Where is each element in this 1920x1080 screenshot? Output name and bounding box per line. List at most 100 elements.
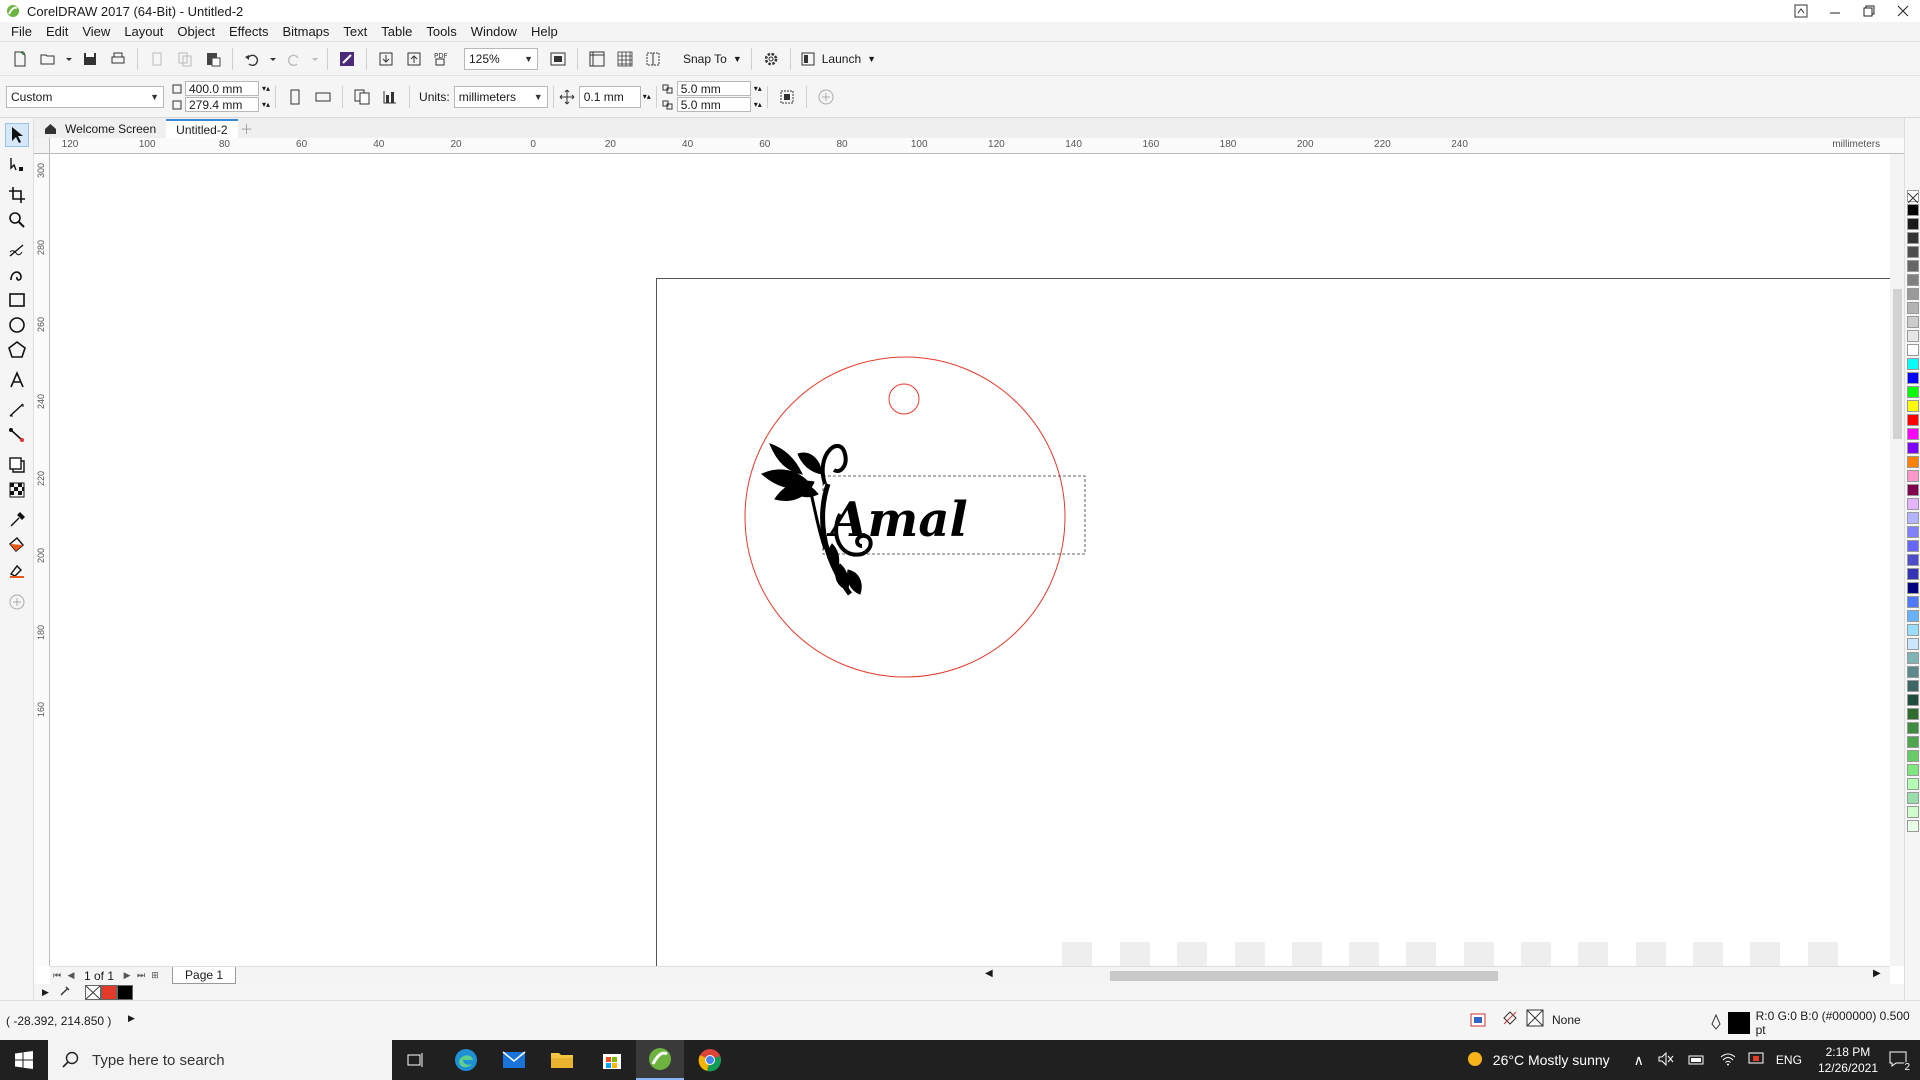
- chrome-browser-icon[interactable]: [686, 1040, 734, 1080]
- menu-object[interactable]: Object: [170, 24, 222, 39]
- page-width-input[interactable]: 400.0 mm: [185, 81, 259, 96]
- units-select[interactable]: millimeters ▼: [453, 85, 548, 108]
- volume-muted-icon[interactable]: [1658, 1051, 1674, 1069]
- eyedropper-icon[interactable]: [59, 985, 71, 1000]
- redo-dropdown-icon[interactable]: [310, 47, 320, 71]
- freehand-tool-icon[interactable]: [5, 238, 29, 262]
- portrait-icon[interactable]: [283, 85, 307, 109]
- palette-swatch[interactable]: [1907, 526, 1919, 538]
- menu-tools[interactable]: Tools: [419, 24, 463, 39]
- crop-tool-icon[interactable]: [5, 183, 29, 207]
- last-page-icon[interactable]: ⏭: [134, 969, 148, 983]
- hang-hole-circle[interactable]: [888, 383, 920, 415]
- scroll-right-icon[interactable]: ▶: [1873, 968, 1881, 979]
- weather-text[interactable]: 26°C Mostly sunny: [1493, 1052, 1610, 1068]
- help-window-icon[interactable]: [1784, 0, 1818, 22]
- add-page-icon[interactable]: ⊞: [148, 969, 162, 983]
- palette-swatch[interactable]: [1907, 400, 1919, 412]
- smart-fill-tool-icon[interactable]: [5, 558, 29, 582]
- palette-swatch[interactable]: [1907, 302, 1919, 314]
- show-guidelines-icon[interactable]: [641, 47, 665, 71]
- nudge-stepper-icon[interactable]: ▾▴: [643, 92, 651, 101]
- nudge-distance-input[interactable]: 0.1 mm: [578, 85, 641, 108]
- tab-welcome-screen[interactable]: Welcome Screen: [34, 119, 166, 138]
- security-shield-icon[interactable]: [1748, 1052, 1764, 1069]
- palette-swatch[interactable]: [1907, 540, 1919, 552]
- palette-swatch[interactable]: [1907, 750, 1919, 762]
- connector-tool-icon[interactable]: [5, 423, 29, 447]
- height-stepper-icon[interactable]: ▾▴: [262, 100, 270, 109]
- menu-text[interactable]: Text: [336, 24, 374, 39]
- palette-swatch[interactable]: [1907, 624, 1919, 636]
- status-expand-icon[interactable]: ▶: [128, 1013, 135, 1024]
- coreldraw-taskbar-icon[interactable]: [636, 1040, 684, 1080]
- menu-view[interactable]: View: [75, 24, 117, 39]
- palette-swatch[interactable]: [1907, 694, 1919, 706]
- ruler-origin[interactable]: [34, 138, 50, 154]
- palette-swatch[interactable]: [1907, 386, 1919, 398]
- menu-edit[interactable]: Edit: [39, 24, 75, 39]
- previous-page-icon[interactable]: ◀: [64, 969, 78, 983]
- palette-swatch[interactable]: [1907, 596, 1919, 608]
- palette-swatch[interactable]: [1907, 456, 1919, 468]
- text-tool-icon[interactable]: [5, 368, 29, 392]
- palette-swatch[interactable]: [1907, 246, 1919, 258]
- outline-indicator[interactable]: R:0 G:0 B:0 (#000000) 0.500 pt: [1710, 1009, 1920, 1037]
- palette-swatch[interactable]: [1907, 666, 1919, 678]
- close-button[interactable]: [1886, 0, 1920, 22]
- page-height-input[interactable]: 279.4 mm: [185, 97, 259, 112]
- notifications-icon[interactable]: 2: [1888, 1050, 1912, 1073]
- menu-bitmaps[interactable]: Bitmaps: [275, 24, 336, 39]
- next-page-icon[interactable]: ▶: [120, 969, 134, 983]
- menu-effects[interactable]: Effects: [222, 24, 276, 39]
- palette-swatch[interactable]: [1907, 512, 1919, 524]
- palette-swatch[interactable]: [1907, 344, 1919, 356]
- fill-indicator[interactable]: None: [1468, 1009, 1581, 1030]
- import-icon[interactable]: [374, 47, 398, 71]
- dup-x-stepper-icon[interactable]: ▾▴: [754, 84, 762, 93]
- palette-swatch[interactable]: [1907, 568, 1919, 580]
- page-size-select[interactable]: Custom ▼: [6, 85, 164, 108]
- menu-window[interactable]: Window: [464, 24, 524, 39]
- parallel-dimension-tool-icon[interactable]: [5, 398, 29, 422]
- launch-button[interactable]: Launch ▼: [800, 51, 876, 67]
- doc-swatch-black[interactable]: [116, 984, 133, 1000]
- new-tab-plus-icon[interactable]: ＋: [238, 119, 256, 138]
- amal-text[interactable]: Amal: [826, 492, 967, 548]
- zoom-tool-icon[interactable]: [5, 208, 29, 232]
- new-document-icon[interactable]: [8, 47, 32, 71]
- palette-swatch[interactable]: [1907, 610, 1919, 622]
- palette-swatch[interactable]: [1907, 638, 1919, 650]
- rectangle-tool-icon[interactable]: [5, 288, 29, 312]
- tray-expand-icon[interactable]: ∧: [1634, 1052, 1644, 1069]
- paste-icon[interactable]: [201, 47, 225, 71]
- windows-start-icon[interactable]: [0, 1040, 48, 1080]
- drop-shadow-tool-icon[interactable]: [5, 453, 29, 477]
- publish-pdf-icon[interactable]: PDF: [430, 47, 454, 71]
- full-screen-preview-icon[interactable]: [546, 47, 570, 71]
- duplicate-y-input[interactable]: 5.0 mm: [676, 97, 751, 112]
- polygon-tool-icon[interactable]: [5, 338, 29, 362]
- undo-dropdown-icon[interactable]: [268, 47, 278, 71]
- palette-swatch[interactable]: [1907, 792, 1919, 804]
- page-1-tab[interactable]: Page 1: [172, 967, 237, 984]
- show-rulers-icon[interactable]: [585, 47, 609, 71]
- weather-sun-icon[interactable]: [1465, 1049, 1485, 1072]
- cut-icon[interactable]: [145, 47, 169, 71]
- battery-icon[interactable]: [1688, 1052, 1706, 1068]
- taskbar-search-box[interactable]: Type here to search: [48, 1040, 392, 1080]
- palette-swatch[interactable]: [1907, 288, 1919, 300]
- task-view-icon[interactable]: [392, 1040, 440, 1080]
- palette-swatch[interactable]: [1907, 316, 1919, 328]
- doc-swatch-none[interactable]: [84, 984, 101, 1000]
- palette-swatch[interactable]: [1907, 274, 1919, 286]
- palette-swatch[interactable]: [1907, 330, 1919, 342]
- vertical-ruler[interactable]: 300 280 260 240 220 200 180 160: [34, 154, 50, 966]
- menu-table[interactable]: Table: [374, 24, 419, 39]
- snap-to-button[interactable]: Snap To ▼: [683, 52, 742, 66]
- menu-file[interactable]: File: [4, 24, 39, 39]
- interactive-fill-tool-icon[interactable]: [5, 533, 29, 557]
- treat-as-filled-icon[interactable]: [775, 85, 799, 109]
- artistic-media-tool-icon[interactable]: [5, 263, 29, 287]
- pick-tool-icon[interactable]: [5, 123, 29, 147]
